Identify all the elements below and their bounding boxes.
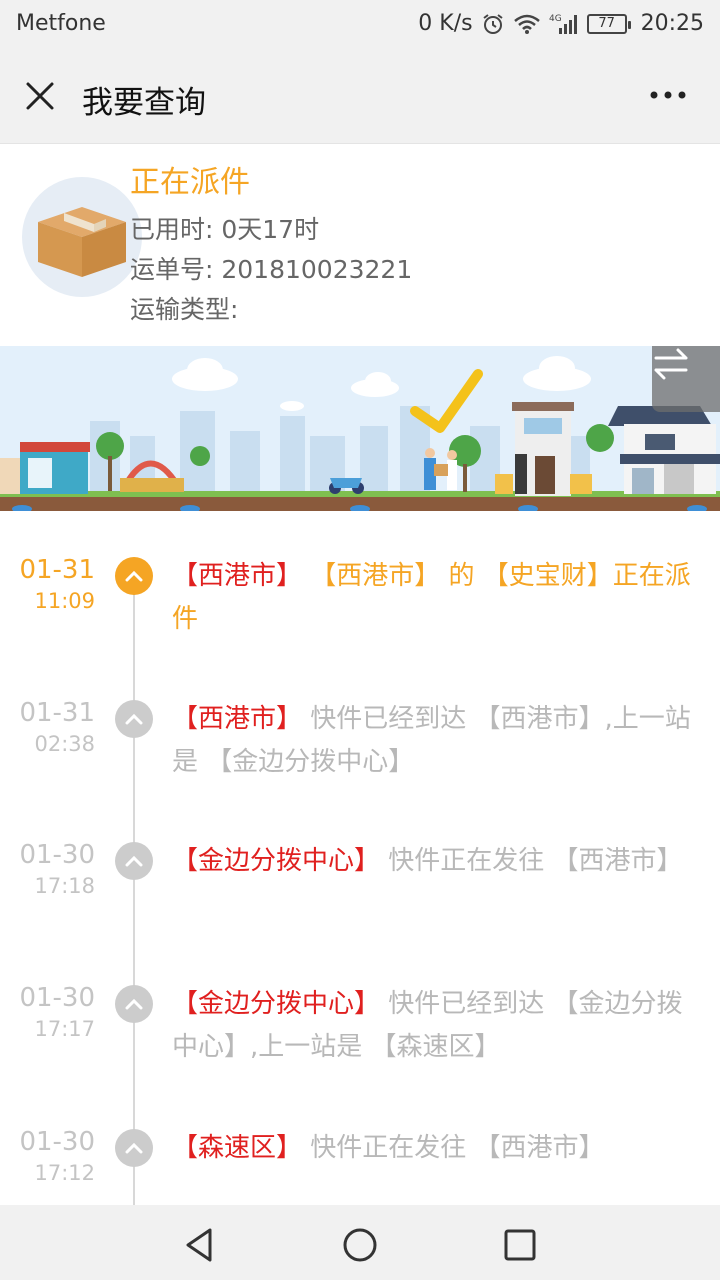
event-location: 【西港市】 — [172, 561, 303, 591]
event-location: 【金边分拨中心】 — [172, 846, 381, 876]
event-date: 01-30 — [19, 1127, 95, 1157]
tracking-timeline: 01-31 11:09 【西港市】 【西港市】 的 【史宝财】正在派件 01-3… — [0, 511, 720, 1205]
package-info: 正在派件 已用时: 0天17时 运单号: 201810023221 运输类型: — [0, 145, 720, 345]
event-time: 02:38 — [34, 732, 95, 756]
elapsed-time: 已用时: 0天17时 — [130, 215, 320, 244]
event-location: 【森速区】 — [172, 1133, 303, 1163]
recents-icon[interactable] — [500, 1225, 540, 1265]
battery-icon: 77 — [586, 13, 631, 34]
event-description: 【西港市】 【西港市】 的 【史宝财】正在派件 — [172, 555, 697, 641]
chevron-up-icon[interactable] — [115, 1129, 153, 1167]
status-bar: Metfone 0 K/s 4G 77 20:25 — [0, 0, 720, 50]
chevron-up-icon[interactable] — [115, 557, 153, 595]
event-time: 17:17 — [34, 1017, 95, 1041]
event-location: 【金边分拨中心】 — [172, 989, 381, 1019]
wifi-icon — [513, 13, 541, 35]
event-time: 17:18 — [34, 874, 95, 898]
event-description: 【西港市】 快件已经到达 【西港市】,上一站是 【金边分拨中心】 — [172, 698, 697, 784]
event-date: 01-30 — [19, 983, 95, 1013]
battery-level: 77 — [598, 16, 615, 31]
clock-time: 20:25 — [640, 11, 704, 36]
event-date: 01-31 — [19, 698, 95, 728]
city-illustration — [0, 356, 720, 511]
event-description: 【森速区】 快件正在发往 【西港市】 — [172, 1127, 697, 1170]
chevron-up-icon[interactable] — [115, 985, 153, 1023]
system-navigation-bar — [0, 1205, 720, 1280]
waybill-number: 运单号: 201810023221 — [130, 255, 413, 284]
signal-4g-icon: 4G — [549, 12, 579, 36]
event-date: 01-31 — [19, 555, 95, 585]
chevron-up-icon[interactable] — [115, 842, 153, 880]
svg-text:4G: 4G — [549, 14, 562, 24]
timeline-line — [133, 571, 135, 1205]
alarm-icon — [481, 12, 505, 36]
delivery-status: 正在派件 — [130, 165, 250, 200]
event-detail: 快件正在发往 【西港市】 — [302, 1133, 605, 1163]
event-location: 【西港市】 — [172, 704, 303, 734]
event-description: 【金边分拨中心】 快件正在发往 【西港市】 — [172, 840, 697, 883]
package-box-icon — [22, 177, 142, 297]
navigation-bar: 我要查询 — [0, 50, 720, 144]
carrier-name: Metfone — [16, 11, 106, 36]
event-detail: 快件正在发往 【西港市】 — [380, 846, 683, 876]
event-description: 【金边分拨中心】 快件已经到达 【金边分拨中心】,上一站是 【森速区】 — [172, 983, 697, 1069]
page-title: 我要查询 — [82, 85, 206, 121]
status-icons: 0 K/s 4G 77 20:25 — [418, 11, 704, 36]
swap-icon[interactable] — [652, 346, 720, 412]
transport-type: 运输类型: — [130, 295, 239, 324]
back-icon[interactable] — [180, 1225, 220, 1265]
delivery-banner — [0, 346, 720, 511]
network-speed: 0 K/s — [418, 11, 473, 36]
close-icon[interactable] — [22, 78, 58, 114]
home-icon[interactable] — [340, 1225, 380, 1265]
event-time: 17:12 — [34, 1161, 95, 1185]
more-icon[interactable] — [646, 80, 690, 110]
chevron-up-icon[interactable] — [115, 700, 153, 738]
event-date: 01-30 — [19, 840, 95, 870]
event-time: 11:09 — [34, 589, 95, 613]
